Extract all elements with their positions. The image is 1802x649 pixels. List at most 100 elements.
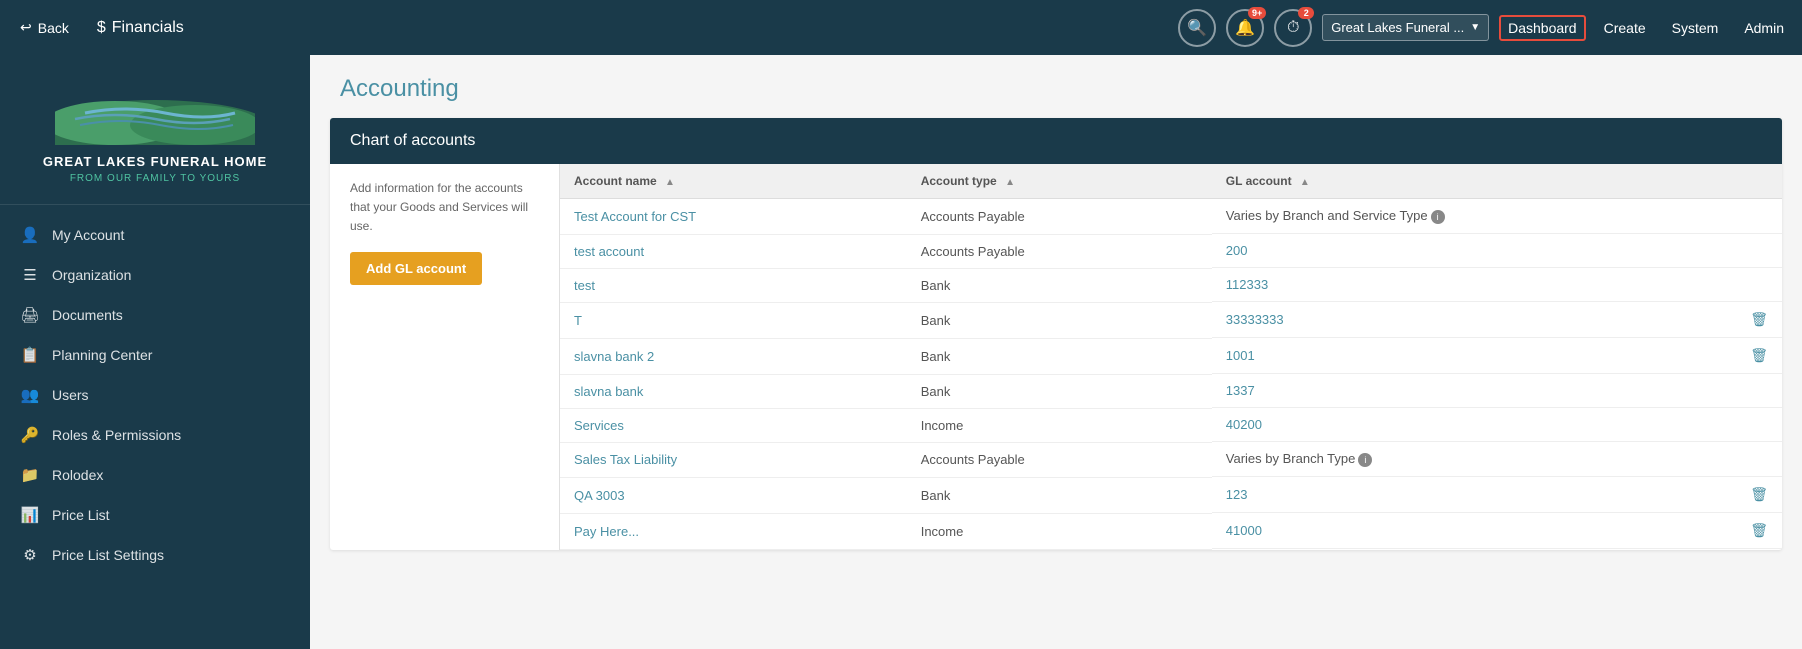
gl-account-cell: 40200 — [1212, 408, 1782, 442]
sidebar-item-users[interactable]: 👥 Users — [0, 375, 310, 415]
financials-section: $ Financials — [97, 19, 184, 37]
column-gl-account[interactable]: GL account ▲ — [1212, 164, 1782, 199]
gl-account-cell: 41000🗑 — [1212, 513, 1782, 549]
table-row: Test Account for CSTAccounts PayableVari… — [560, 199, 1782, 235]
sidebar-item-label: Price List Settings — [52, 547, 164, 563]
table-row: slavna bank 2Bank1001🗑 — [560, 338, 1782, 374]
info-icon[interactable]: i — [1358, 453, 1372, 467]
sidebar-item-roles-permissions[interactable]: 🔑 Roles & Permissions — [0, 415, 310, 455]
sidebar-item-organization[interactable]: ☰ Organization — [0, 255, 310, 295]
page-header: Accounting — [310, 55, 1802, 118]
account-type-cell: Income — [907, 408, 1212, 442]
sidebar-item-label: Roles & Permissions — [52, 427, 181, 443]
clock-button[interactable]: ⏱ 2 — [1274, 9, 1312, 47]
table-row: testBank112333 — [560, 268, 1782, 302]
search-icon: 🔍 — [1187, 18, 1207, 38]
delete-icon[interactable]: 🗑 — [1750, 522, 1768, 539]
gl-account-cell: 1001🗑 — [1212, 338, 1782, 374]
account-name-cell[interactable]: T — [560, 302, 907, 338]
sidebar-item-label: My Account — [52, 227, 124, 243]
dashboard-link[interactable]: Dashboard — [1499, 15, 1586, 41]
back-button[interactable]: ↩ Back — [10, 15, 79, 40]
clock-icon: ⏱ — [1287, 19, 1299, 37]
logo-name: Great Lakes Funeral Home — [20, 153, 290, 171]
sidebar-item-price-list-settings[interactable]: ⚙ Price List Settings — [0, 535, 310, 575]
account-name-cell[interactable]: slavna bank — [560, 374, 907, 408]
admin-link[interactable]: Admin — [1736, 16, 1792, 40]
sidebar-item-planning-center[interactable]: 📋 Planning Center — [0, 335, 310, 375]
sidebar-logo: Great Lakes Funeral Home From Our Family… — [0, 55, 310, 205]
top-nav-right: 🔍 🔔 9+ ⏱ 2 Great Lakes Funeral ... ▼ Das… — [1178, 9, 1792, 47]
gl-account-cell: 200 — [1212, 234, 1782, 268]
system-link[interactable]: System — [1664, 16, 1727, 40]
sidebar-item-my-account[interactable]: 👤 My Account — [0, 215, 310, 255]
gl-account-cell: 112333 — [1212, 268, 1782, 302]
chart-header: Chart of accounts — [330, 118, 1782, 164]
logo-tagline: From Our Family To Yours — [20, 173, 290, 184]
gl-account-cell: 123🗑 — [1212, 477, 1782, 513]
sidebar-item-label: Documents — [52, 307, 123, 323]
org-dropdown[interactable]: Great Lakes Funeral ... ▼ — [1322, 14, 1489, 41]
info-icon[interactable]: i — [1431, 210, 1445, 224]
account-name-cell[interactable]: QA 3003 — [560, 477, 907, 513]
notifications-button[interactable]: 🔔 9+ — [1226, 9, 1264, 47]
table-row: ServicesIncome40200 — [560, 408, 1782, 442]
financials-label: Financials — [112, 19, 184, 37]
delete-icon[interactable]: 🗑 — [1750, 486, 1768, 503]
account-type-cell: Accounts Payable — [907, 199, 1212, 235]
table-row: test accountAccounts Payable200 — [560, 234, 1782, 268]
chart-icon: 📊 — [20, 506, 40, 524]
list-icon: ☰ — [20, 266, 40, 284]
account-name-cell[interactable]: Sales Tax Liability — [560, 442, 907, 477]
account-type-cell: Bank — [907, 374, 1212, 408]
back-label: Back — [38, 20, 69, 36]
logo-graphic — [55, 75, 255, 145]
sort-arrow-gl-account: ▲ — [1300, 177, 1310, 188]
sidebar-item-label: Planning Center — [52, 347, 152, 363]
account-type-cell: Accounts Payable — [907, 234, 1212, 268]
account-name-cell[interactable]: slavna bank 2 — [560, 338, 907, 374]
account-name-cell[interactable]: test account — [560, 234, 907, 268]
folder-icon: 📁 — [20, 466, 40, 484]
account-type-cell: Bank — [907, 268, 1212, 302]
delete-icon[interactable]: 🗑 — [1750, 347, 1768, 364]
sidebar-item-price-list[interactable]: 📊 Price List — [0, 495, 310, 535]
notifications-badge: 9+ — [1248, 7, 1266, 19]
column-account-name[interactable]: Account name ▲ — [560, 164, 907, 199]
calendar-icon: 📋 — [20, 346, 40, 364]
chart-table-wrapper: Account name ▲ Account type ▲ GL account… — [560, 164, 1782, 550]
user-icon: 👤 — [20, 226, 40, 244]
table-row: Sales Tax LiabilityAccounts PayableVarie… — [560, 442, 1782, 477]
account-name-cell[interactable]: Test Account for CST — [560, 199, 907, 235]
account-name-cell[interactable]: test — [560, 268, 907, 302]
sidebar-item-rolodex[interactable]: 📁 Rolodex — [0, 455, 310, 495]
content-area: Accounting Chart of accounts Add informa… — [310, 55, 1802, 649]
sort-arrow-account-name: ▲ — [665, 177, 675, 188]
add-gl-account-button[interactable]: Add GL account — [350, 252, 482, 285]
delete-icon[interactable]: 🗑 — [1750, 311, 1768, 328]
account-name-cell[interactable]: Services — [560, 408, 907, 442]
gear-icon: ⚙ — [20, 546, 40, 564]
sidebar-item-documents[interactable]: 🖨 Documents — [0, 295, 310, 335]
dollar-icon: $ — [97, 19, 106, 37]
account-type-cell: Bank — [907, 302, 1212, 338]
gl-account-cell: 33333333🗑 — [1212, 302, 1782, 338]
account-name-cell[interactable]: Pay Here... — [560, 513, 907, 549]
chart-left-panel: Add information for the accounts that yo… — [330, 164, 560, 550]
gl-account-cell: 1337 — [1212, 374, 1782, 408]
users-icon: 👥 — [20, 386, 40, 404]
key-icon: 🔑 — [20, 426, 40, 444]
chart-body: Add information for the accounts that yo… — [330, 164, 1782, 550]
column-account-type[interactable]: Account type ▲ — [907, 164, 1212, 199]
sidebar-item-label: Rolodex — [52, 467, 103, 483]
bell-icon: 🔔 — [1235, 18, 1255, 38]
sidebar-menu: 👤 My Account ☰ Organization 🖨 Documents … — [0, 205, 310, 585]
sidebar-item-label: Organization — [52, 267, 131, 283]
account-type-cell: Accounts Payable — [907, 442, 1212, 477]
search-button[interactable]: 🔍 — [1178, 9, 1216, 47]
chart-of-accounts-section: Chart of accounts Add information for th… — [330, 118, 1782, 550]
printer-icon: 🖨 — [20, 306, 40, 324]
sidebar-item-label: Price List — [52, 507, 110, 523]
back-arrow-icon: ↩ — [20, 19, 32, 36]
create-link[interactable]: Create — [1596, 16, 1654, 40]
